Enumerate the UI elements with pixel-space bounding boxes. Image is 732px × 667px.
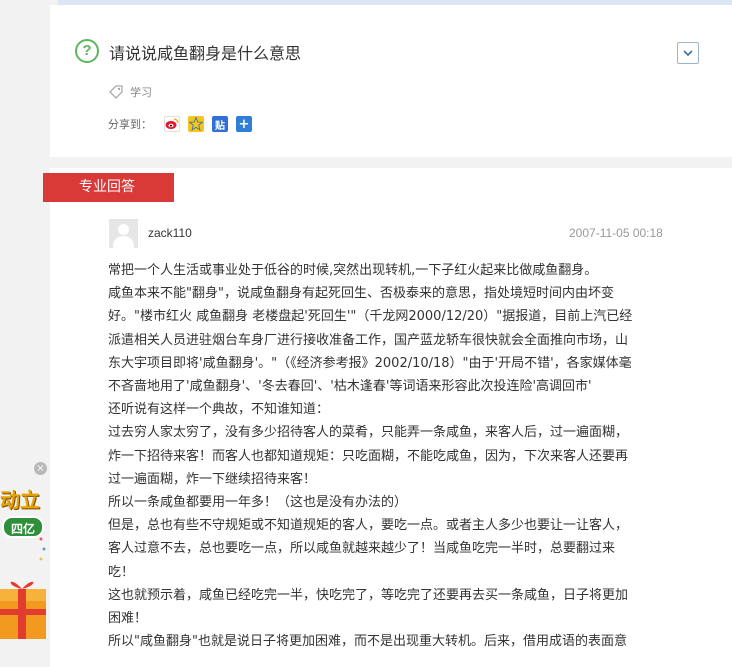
question-card: ? 请说说咸鱼翻身是什么意思 学习 分享到： 贴 + [50, 5, 732, 157]
answer-line: 派遣相关人员进驻烟台车身厂进行接收准备工作，国产蓝龙轿车很快就会全面推向市场，山 [108, 332, 629, 348]
answer-line: 过去穷人家太穷了，没有多少招待客人的菜肴，只能弄一条咸鱼，来客人后，过一遍面糊， [108, 425, 629, 441]
more-share-icon[interactable]: + [236, 116, 252, 132]
answer-line: 吃！ [108, 564, 135, 580]
qzone-icon[interactable] [188, 116, 204, 132]
answer-line: 咸鱼本来不能"翻身"，说咸鱼翻身有起死回生、否极泰来的意思，指处境短时间内由坏变 [108, 286, 614, 302]
ad-close-button[interactable]: × [34, 462, 47, 475]
answer-line: 还听说有这样一个典故，不知谁知道： [108, 402, 330, 418]
answer-line: 客人过意不去，总也要吃一点，所以咸鱼就越来越少了！当咸鱼吃完一半时，总要翻过来 [108, 541, 616, 557]
answer-line: 所以"咸鱼翻身"也就是说日子将更加困难，而不是出现重大转机。后来，借用成语的表面… [108, 634, 627, 650]
question-title: 请说说咸鱼翻身是什么意思 [109, 44, 302, 63]
username[interactable]: zack110 [148, 226, 192, 240]
gift-box-icon[interactable] [0, 575, 46, 639]
share-row: 分享到： 贴 + [108, 115, 252, 133]
share-label: 分享到： [108, 118, 152, 131]
weibo-icon[interactable] [164, 116, 180, 132]
answer-body: 常把一个人生活或事业处于低谷的时候,突然出现转机,一下子红火起来比做咸鱼翻身。 … [108, 259, 674, 653]
chevron-down-icon [683, 50, 693, 57]
tag-row: 学习 [108, 83, 152, 101]
answer-line: 但是，总也有些不守规矩或不知道规矩的客人，要吃一点。或者主人多少也要让一让客人， [108, 518, 629, 534]
answer-line: 好。"楼市红火 咸鱼翻身 老楼盘起'死回生'"（千龙网2000/12/20）"据… [108, 309, 633, 325]
answer-line: 困难！ [108, 611, 148, 627]
answer-line: 所以一条咸鱼都要用一年多！（这也是没有办法的） [108, 495, 408, 511]
tag-link[interactable]: 学习 [130, 84, 152, 100]
answer-line: 过一遍面糊，炸一下继续招待来客！ [108, 471, 317, 487]
answer-line: 炸一下招待来客！而客人也都知道规矩：只吃面糊，不能吃咸鱼，因为，下次来客人还要再 [108, 448, 629, 464]
answer-timestamp: 2007-11-05 00:18 [569, 226, 663, 240]
ad-headline[interactable]: 动立 [0, 484, 44, 516]
answer-line: 常把一个人生活或事业处于低谷的时候,突然出现转机,一下子红火起来比做咸鱼翻身。 [108, 263, 598, 278]
tag-icon [109, 85, 123, 99]
question-icon: ? [75, 39, 99, 63]
avatar-head [118, 224, 129, 235]
answer-line: 东大宇项目即将'咸鱼翻身'。"（《经济参考报》2002/10/18）"由于'开局… [108, 355, 632, 371]
ad-sparkle-icon [39, 537, 46, 561]
tieba-icon[interactable]: 贴 [212, 116, 228, 132]
avatar[interactable] [109, 219, 138, 248]
collapse-button[interactable] [677, 42, 699, 64]
answer-line: 这也就预示着，咸鱼已经吃完一半，快吃完了，等吃完了还要再去买一条咸鱼，日子将更加 [108, 587, 629, 603]
answer-line: 不吝啬地用了'咸鱼翻身'、'冬去春回'、'枯木逢春'等词语来形容此次投连险'高调… [108, 379, 592, 395]
section-banner: 专业回答 [43, 173, 174, 202]
avatar-body [113, 236, 134, 248]
